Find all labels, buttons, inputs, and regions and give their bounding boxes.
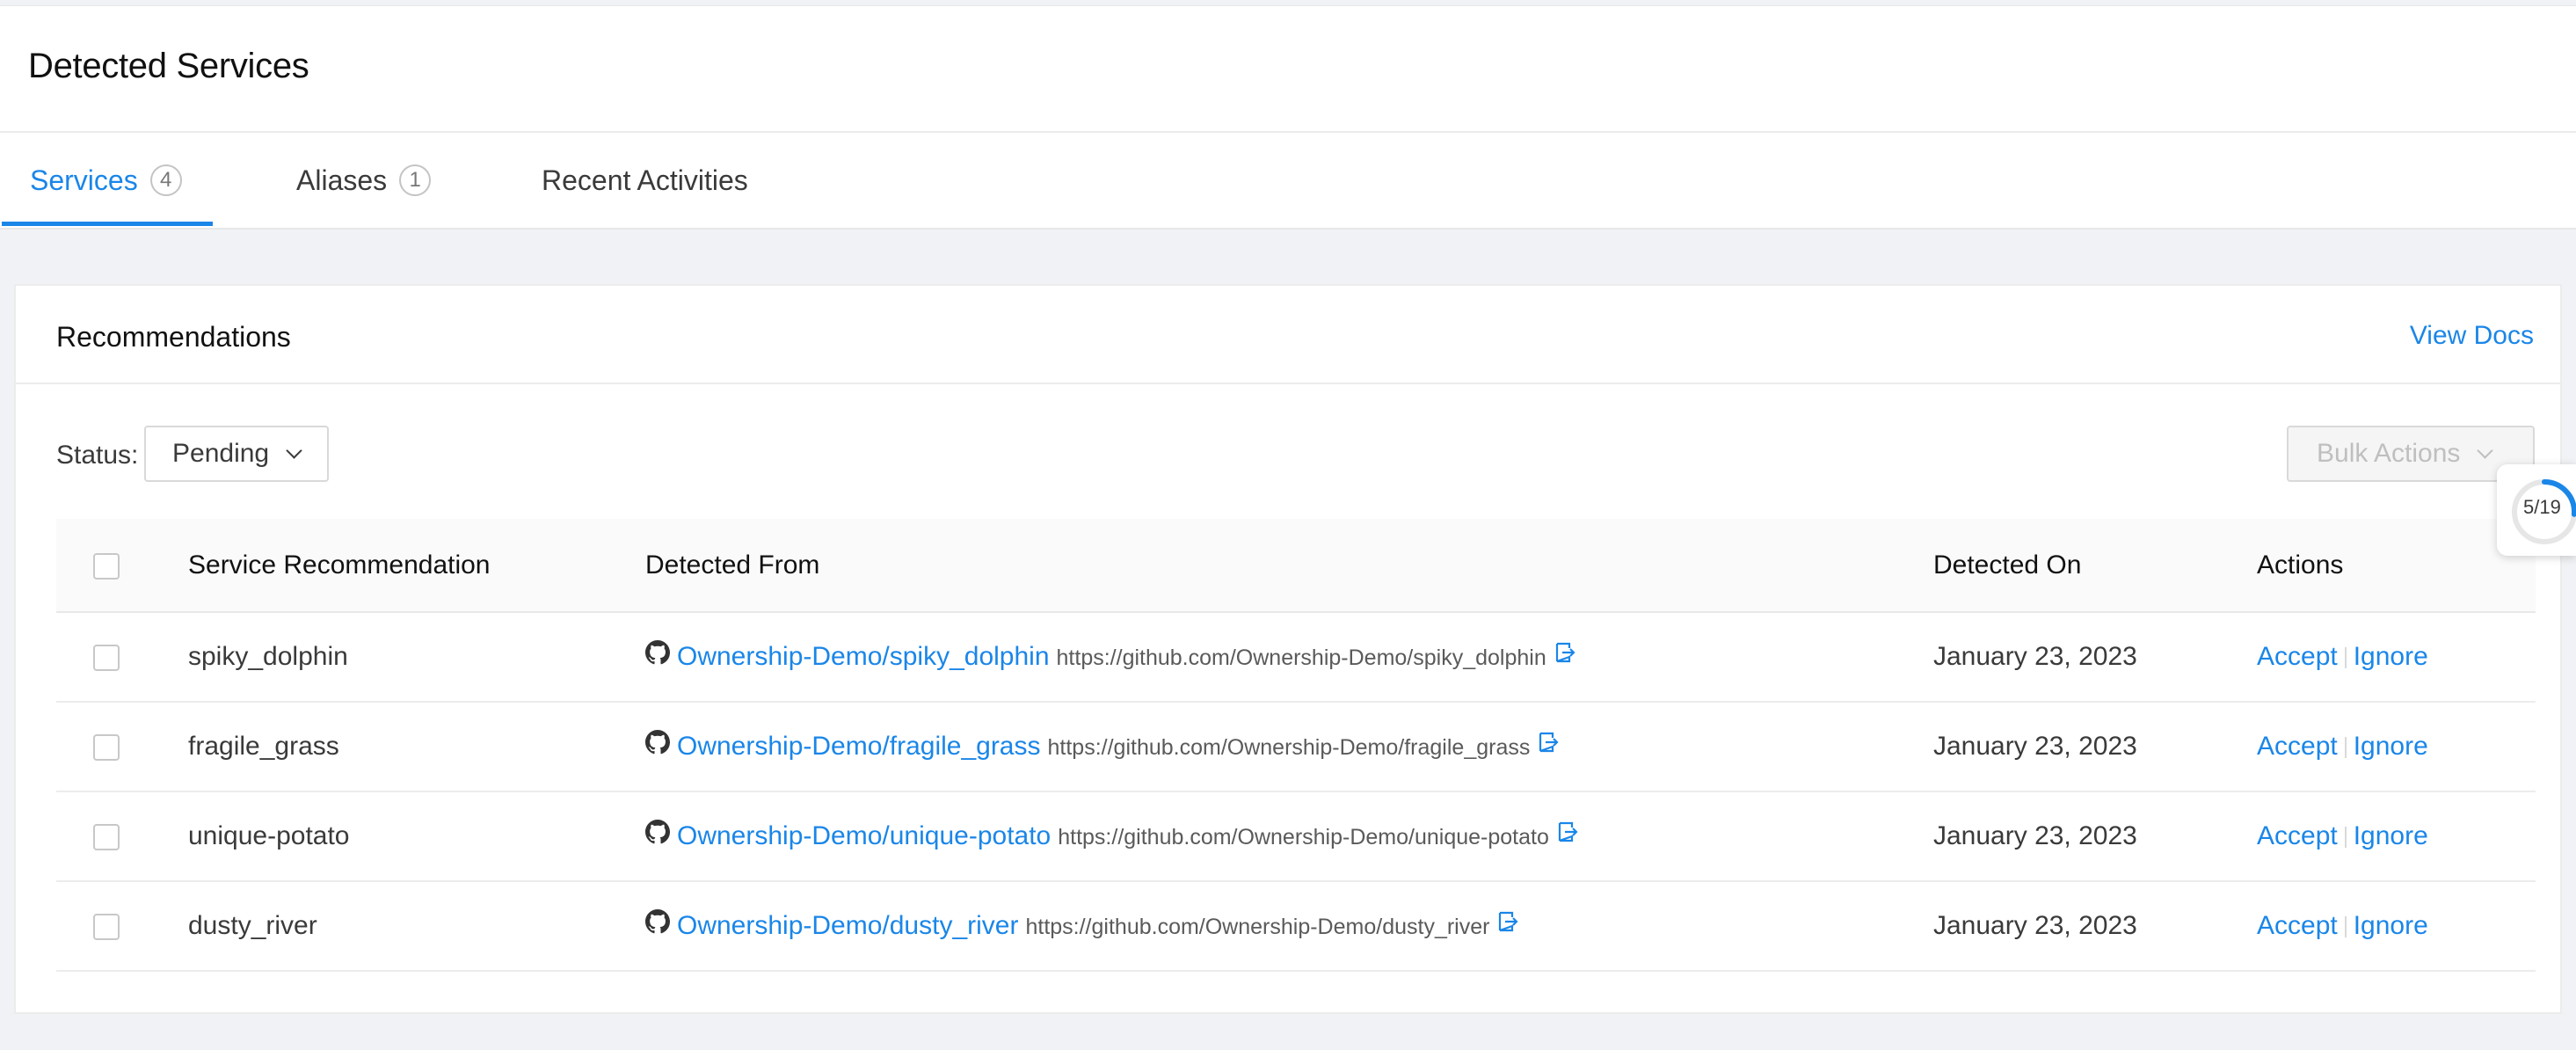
service-name-text: unique-potato	[188, 821, 350, 850]
action-divider	[2344, 737, 2347, 759]
detected-on-date: January 23, 2023	[1933, 732, 2137, 761]
progress-label: 5/19	[2523, 496, 2561, 518]
repo-link[interactable]: Ownership-Demo/dusty_river	[677, 911, 1018, 940]
table-row: fragile_grass Ownership-Demo/fragile_gras…	[56, 702, 2536, 792]
service-name-text: dusty_river	[188, 911, 317, 940]
actions-cell: Accept Ignore	[2257, 791, 2536, 882]
tab-recent-activities[interactable]: Recent Activities	[542, 133, 748, 228]
detected-from-cell: Ownership-Demo/dusty_river https://github…	[645, 881, 1933, 972]
detected-from-cell: Ownership-Demo/fragile_grass https://gith…	[645, 702, 1933, 792]
bulk-actions-label: Bulk Actions	[2317, 439, 2461, 468]
top-border	[0, 0, 2576, 6]
service-name-text: fragile_grass	[188, 732, 339, 761]
tab-aliases-count: 1	[399, 164, 432, 196]
table-row: spiky_dolphin Ownership-Demo/spiky_dolphi…	[56, 612, 2536, 703]
recommendations-table: Service Recommendation Detected From Det…	[56, 519, 2536, 972]
action-divider	[2344, 916, 2347, 938]
row-checkbox[interactable]	[93, 645, 120, 672]
chevron-down-icon	[2477, 441, 2494, 459]
active-tab-indicator	[2, 222, 213, 226]
repo-url: https://github.com/Ownership-Demo/fragil…	[1047, 734, 1531, 760]
select-all-checkbox[interactable]	[93, 552, 120, 580]
tab-aliases-label: Aliases	[296, 164, 388, 196]
status-filter-select[interactable]: Pending	[144, 426, 329, 482]
action-divider	[2344, 827, 2347, 849]
detected-on-date: January 23, 2023	[1933, 911, 2137, 940]
table-header-row: Service Recommendation Detected From Det…	[56, 519, 2536, 613]
chevron-down-icon	[286, 441, 302, 459]
row-checkbox[interactable]	[93, 734, 120, 762]
detected-on-cell: January 23, 2023	[1933, 702, 2257, 792]
table-row: dusty_river Ownership-Demo/dusty_river htt…	[56, 881, 2536, 972]
external-link-icon[interactable]	[1556, 820, 1579, 850]
row-checkbox[interactable]	[93, 824, 120, 851]
repo-link[interactable]: Ownership-Demo/unique-potato	[677, 821, 1051, 850]
accept-button[interactable]: Accept	[2257, 821, 2338, 850]
external-link-icon[interactable]	[1496, 910, 1519, 940]
external-link-icon[interactable]	[1554, 641, 1576, 671]
row-checkbox[interactable]	[93, 914, 120, 941]
detected-on-cell: January 23, 2023	[1933, 612, 2257, 703]
service-name: unique-potato	[188, 791, 645, 882]
card-title: Recommendations	[56, 321, 291, 353]
ignore-button[interactable]: Ignore	[2354, 642, 2428, 671]
ignore-button[interactable]: Ignore	[2354, 732, 2428, 761]
github-icon	[645, 730, 670, 762]
ignore-button[interactable]: Ignore	[2354, 911, 2428, 940]
table-row: unique-potato Ownership-Demo/unique-potat…	[56, 791, 2536, 882]
repo-url: https://github.com/Ownership-Demo/spiky_…	[1056, 645, 1546, 670]
service-name: fragile_grass	[188, 702, 645, 792]
header-detected-on[interactable]: Detected On	[1933, 519, 2257, 613]
tab-bar: Services 4 Aliases 1 Recent Activities	[0, 133, 2576, 230]
tab-services[interactable]: Services 4	[30, 133, 182, 228]
view-docs-link[interactable]: View Docs	[2410, 321, 2534, 351]
accept-button[interactable]: Accept	[2257, 911, 2338, 940]
detected-from-cell: Ownership-Demo/spiky_dolphin https://gith…	[645, 612, 1933, 703]
tab-services-label: Services	[30, 164, 138, 196]
page-header: Detected Services	[0, 6, 2576, 133]
github-icon	[645, 909, 670, 941]
row-select-cell	[56, 881, 188, 972]
service-name: dusty_river	[188, 881, 645, 972]
accept-button[interactable]: Accept	[2257, 642, 2338, 671]
header-actions: Actions	[2257, 519, 2536, 613]
service-name: spiky_dolphin	[188, 612, 645, 703]
github-icon	[645, 640, 670, 672]
header-service-recommendation[interactable]: Service Recommendation	[188, 519, 645, 613]
header-detected-from[interactable]: Detected From	[645, 519, 1933, 613]
tab-services-count: 4	[149, 164, 182, 196]
detected-on-cell: January 23, 2023	[1933, 791, 2257, 882]
github-icon	[645, 820, 670, 851]
ignore-button[interactable]: Ignore	[2354, 821, 2428, 850]
row-select-cell	[56, 702, 188, 792]
recommendations-card: Recommendations View Docs Status: Pendin…	[14, 284, 2562, 1014]
repo-url: https://github.com/Ownership-Demo/dusty_…	[1025, 914, 1490, 939]
page-title: Detected Services	[28, 47, 309, 85]
card-header: Recommendations View Docs	[16, 286, 2560, 384]
tab-aliases[interactable]: Aliases 1	[296, 133, 432, 228]
select-all-cell	[56, 519, 188, 613]
detected-on-cell: January 23, 2023	[1933, 881, 2257, 972]
service-name-text: spiky_dolphin	[188, 642, 348, 671]
repo-url: https://github.com/Ownership-Demo/unique…	[1058, 824, 1549, 849]
progress-widget[interactable]: 5/19	[2497, 464, 2576, 556]
action-divider	[2344, 647, 2347, 669]
row-select-cell	[56, 612, 188, 703]
status-filter-value: Pending	[172, 439, 270, 468]
status-filter-label: Status:	[56, 441, 139, 470]
tab-recent-activities-label: Recent Activities	[542, 164, 748, 196]
detected-on-date: January 23, 2023	[1933, 642, 2137, 671]
accept-button[interactable]: Accept	[2257, 732, 2338, 761]
external-link-icon[interactable]	[1537, 731, 1560, 761]
detected-from-cell: Ownership-Demo/unique-potato https://gith…	[645, 791, 1933, 882]
repo-link[interactable]: Ownership-Demo/spiky_dolphin	[677, 642, 1050, 671]
actions-cell: Accept Ignore	[2257, 702, 2536, 792]
detected-on-date: January 23, 2023	[1933, 821, 2137, 850]
actions-cell: Accept Ignore	[2257, 612, 2536, 703]
row-select-cell	[56, 791, 188, 882]
repo-link[interactable]: Ownership-Demo/fragile_grass	[677, 732, 1041, 761]
actions-cell: Accept Ignore	[2257, 881, 2536, 972]
